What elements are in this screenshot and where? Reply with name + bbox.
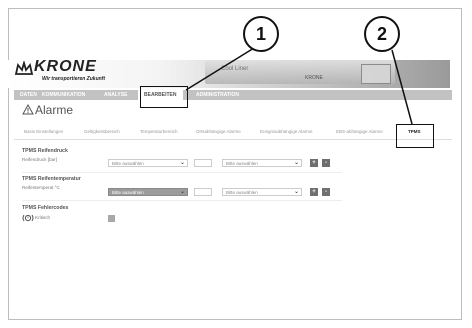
callout-1: 1 <box>243 16 279 52</box>
callout-leader-lines <box>185 47 413 125</box>
callout-2: 2 <box>364 16 400 52</box>
